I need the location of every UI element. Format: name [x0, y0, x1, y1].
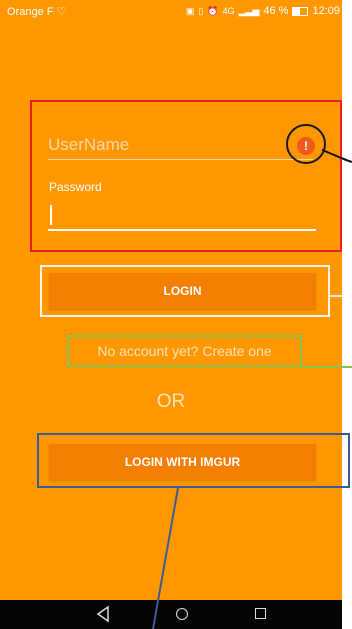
nfc-icon: ▣: [185, 5, 195, 16]
carrier-name: Orange F: [7, 5, 54, 18]
login-annotation-box: [40, 265, 330, 317]
imgur-annotation-box: [37, 433, 350, 488]
status-icons: ▣ ▯ ⏰ 4G ▂▃▅ 46 % 12:09: [186, 5, 340, 17]
credentials-annotation-box: [30, 100, 342, 252]
battery-icon: [292, 6, 309, 16]
recents-icon[interactable]: [255, 608, 266, 619]
notification-icon: ♡: [56, 6, 67, 18]
home-icon[interactable]: [176, 608, 188, 620]
create-account-annotation-box: [67, 335, 302, 367]
signal-icon: ▂▃▅: [238, 5, 260, 16]
error-annotation-circle: [286, 124, 326, 164]
battery-percent: 46 %: [263, 5, 289, 17]
vibrate-icon: ▯: [198, 5, 204, 16]
navigation-bar: [0, 600, 342, 629]
back-icon[interactable]: [96, 605, 110, 623]
carrier-info: Orange F ♡: [7, 5, 67, 19]
network-type: 4G: [222, 6, 235, 16]
status-bar: Orange F ♡ ▣ ▯ ⏰ 4G ▂▃▅ 46 % 12:09: [0, 0, 342, 22]
login-annotation-line: [330, 295, 342, 297]
clock: 12:09: [312, 5, 340, 17]
alarm-icon: ⏰: [207, 5, 219, 16]
or-separator: OR: [156, 391, 186, 412]
